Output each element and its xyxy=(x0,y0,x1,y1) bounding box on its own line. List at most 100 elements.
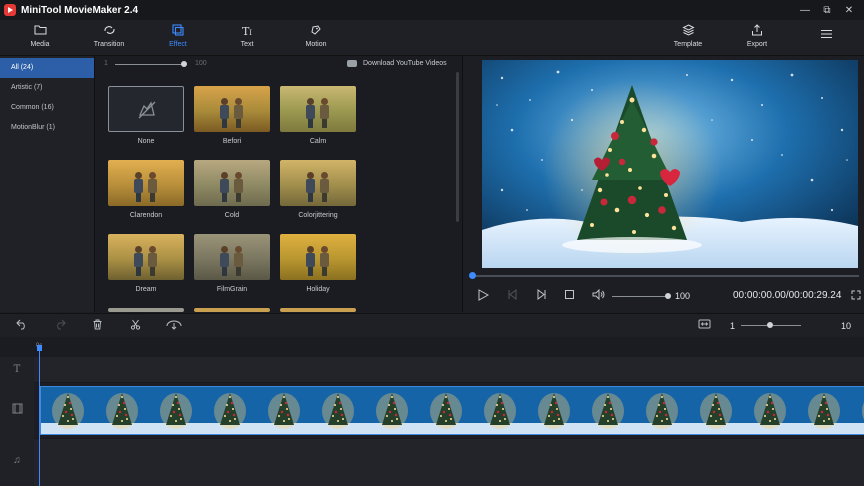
clip-frame xyxy=(257,387,311,434)
text-tab[interactable]: TI Text xyxy=(217,24,277,52)
timecode-display: 00:00:00.00/00:00:29.24 xyxy=(733,290,842,301)
audio-edit-icon xyxy=(166,320,182,330)
effect-thumbnail[interactable] xyxy=(108,160,184,206)
volume-slider-handle[interactable] xyxy=(665,293,671,299)
window-controls: — ⧉ ✕ xyxy=(794,0,860,20)
clip-frame xyxy=(203,387,257,434)
folder-icon xyxy=(10,24,70,39)
fullscreen-button[interactable] xyxy=(851,290,861,303)
category-common[interactable]: Common (16) xyxy=(0,98,94,118)
app-window: MiniTool MovieMaker 2.4 — ⧉ ✕ Media Tran… xyxy=(0,0,864,486)
download-youtube-link[interactable]: Download YouTube Videos xyxy=(363,60,447,67)
clip-frame xyxy=(149,387,203,434)
christmas-tree-image xyxy=(482,60,858,268)
playback-progress-bar[interactable] xyxy=(471,275,859,277)
effect-thumbnail[interactable] xyxy=(108,86,184,132)
intensity-slider-handle[interactable] xyxy=(181,61,187,67)
next-frame-button[interactable] xyxy=(536,289,547,303)
category-artistic[interactable]: Artistic (7) xyxy=(0,78,94,98)
effects-top-bar: 1 100 Download YouTube Videos xyxy=(95,56,461,72)
effect-tab[interactable]: Effect xyxy=(148,24,208,52)
motion-tab[interactable]: Motion xyxy=(286,24,346,52)
effect-thumbnail[interactable] xyxy=(194,86,270,132)
effect-thumbnail[interactable] xyxy=(194,308,270,312)
clip-frame xyxy=(527,387,581,434)
fullscreen-icon xyxy=(851,290,861,300)
delete-button[interactable] xyxy=(92,319,103,333)
video-preview xyxy=(482,60,858,268)
clip-frame xyxy=(311,387,365,434)
effect-label: None xyxy=(137,138,155,145)
previous-frame-button[interactable] xyxy=(507,289,518,303)
clip-frame xyxy=(851,387,864,434)
effect-thumbnail[interactable] xyxy=(280,308,356,312)
menu-button[interactable] xyxy=(796,28,856,56)
effect-label: Calm xyxy=(309,138,327,145)
media-tab[interactable]: Media xyxy=(10,24,70,52)
text-tab-label: Text xyxy=(240,41,254,48)
clip-frame xyxy=(797,387,851,434)
motion-icon xyxy=(286,24,346,39)
playback-progress-handle[interactable] xyxy=(469,272,476,279)
volume-button[interactable] xyxy=(592,288,605,303)
next-frame-icon xyxy=(537,289,546,300)
export-button[interactable]: Export xyxy=(727,24,787,52)
effect-thumbnail[interactable] xyxy=(108,308,184,312)
layers-icon xyxy=(658,24,718,39)
scissors-icon xyxy=(130,319,141,330)
audio-edit-button[interactable] xyxy=(166,319,182,334)
effect-label: Clarendon xyxy=(129,212,163,219)
close-button[interactable]: ✕ xyxy=(838,5,860,16)
stop-button[interactable] xyxy=(564,289,575,303)
audio-track[interactable] xyxy=(34,438,864,486)
zoom-slider-handle[interactable] xyxy=(767,322,773,328)
clip-frame xyxy=(581,387,635,434)
category-all[interactable]: All (24) xyxy=(0,58,94,78)
maximize-button[interactable]: ⧉ xyxy=(816,5,838,16)
youtube-download-icon[interactable] xyxy=(347,60,357,67)
export-icon xyxy=(727,24,787,39)
playhead-handle[interactable] xyxy=(37,345,42,351)
effect-thumbnail[interactable] xyxy=(194,160,270,206)
video-track[interactable] xyxy=(34,383,864,438)
no-effect-icon xyxy=(138,101,156,119)
transition-tab[interactable]: Transition xyxy=(79,24,139,52)
speaker-icon xyxy=(592,288,605,301)
effect-label: Colorjittering xyxy=(298,212,338,219)
minimize-button[interactable]: — xyxy=(794,5,816,16)
effect-tab-label: Effect xyxy=(169,41,187,48)
clip-frame xyxy=(743,387,797,434)
effect-label: Befori xyxy=(222,138,242,145)
clip-frame xyxy=(635,387,689,434)
effect-thumbnail[interactable] xyxy=(194,234,270,280)
video-track-icon xyxy=(0,403,34,417)
intensity-max-label: 100 xyxy=(195,60,207,67)
volume-value: 100 xyxy=(675,291,691,301)
stop-icon xyxy=(565,290,574,299)
app-title: MiniTool MovieMaker 2.4 xyxy=(21,4,139,16)
effect-thumbnail[interactable] xyxy=(280,86,356,132)
effect-thumbnail[interactable] xyxy=(280,234,356,280)
title-bar: MiniTool MovieMaker 2.4 — ⧉ ✕ xyxy=(0,0,864,20)
effects-scrollbar[interactable] xyxy=(456,72,459,222)
timeline-toolbar: 1 10 xyxy=(0,313,864,337)
intensity-slider-track[interactable] xyxy=(115,64,185,65)
zoom-to-fit-button[interactable] xyxy=(698,319,711,332)
effect-thumbnail[interactable] xyxy=(280,160,356,206)
play-button[interactable] xyxy=(477,289,490,304)
timeline-ruler[interactable]: 0s xyxy=(0,337,864,357)
split-button[interactable] xyxy=(130,319,141,333)
video-clip[interactable] xyxy=(40,386,864,435)
category-motionblur[interactable]: MotionBlur (1) xyxy=(0,118,94,138)
text-track[interactable] xyxy=(34,357,864,383)
effect-thumbnail[interactable] xyxy=(108,234,184,280)
playhead-line[interactable] xyxy=(39,345,40,486)
redo-button[interactable] xyxy=(54,319,66,333)
effect-categories-panel: All (24) Artistic (7) Common (16) Motion… xyxy=(0,56,95,312)
template-button[interactable]: Template xyxy=(658,24,718,52)
undo-button[interactable] xyxy=(16,319,28,333)
undo-icon xyxy=(16,319,25,330)
text-track-icon: T xyxy=(13,364,21,375)
volume-slider-track[interactable] xyxy=(612,296,670,297)
motion-tab-label: Motion xyxy=(305,41,327,48)
